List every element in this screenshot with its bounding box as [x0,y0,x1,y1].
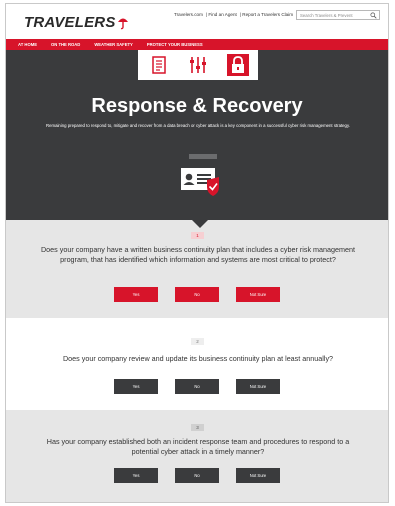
category-icon-bar [138,50,258,80]
yes-button[interactable]: Yes [114,287,158,302]
question-number: 2 [191,338,204,345]
question-text: Has your company established both an inc… [46,437,350,456]
no-button[interactable]: No [175,287,219,302]
question-2: 2 Does your company review and update it… [6,324,388,410]
checklist-icon[interactable] [148,54,170,76]
yes-button[interactable]: Yes [114,379,158,394]
question-number: 1 [191,232,204,239]
search-placeholder: Search Travelers & Prevent [300,13,353,18]
not-sure-button[interactable]: Not Sure [236,379,280,394]
lock-icon[interactable] [227,54,249,76]
main-nav: AT HOME ON THE ROAD WEATHER SAFETY PROTE… [6,39,388,50]
answer-buttons: Yes No Not Sure [6,379,388,394]
site-header: TRAVELERS Travelers.com | Find an Agent | … [6,4,388,39]
question-1: 1 Does your company have a written busin… [6,220,388,318]
hero-description: Remaining prepared to respond to, mitiga… [46,123,350,128]
yes-button[interactable]: Yes [114,468,158,483]
nav-item-protect-business[interactable]: PROTECT YOUR BUSINESS [147,42,203,47]
nav-item-weather-safety[interactable]: WEATHER SAFETY [94,42,133,47]
umbrella-icon [117,18,128,29]
id-card-shield-icon [181,154,219,196]
question-number: 3 [191,424,204,431]
answer-buttons: Yes No Not Sure [6,468,388,483]
not-sure-button[interactable]: Not Sure [236,468,280,483]
question-text: Does your company review and update its … [62,354,334,363]
page-title: Response & Recovery [91,95,303,117]
utility-links: Travelers.com | Find an Agent | Report a T… [174,12,294,17]
no-button[interactable]: No [175,379,219,394]
answer-buttons: Yes No Not Sure [6,287,388,302]
hero-section: Response & Recovery Remaining prepared t… [6,50,388,220]
page-frame: TRAVELERS Travelers.com | Find an Agent | … [5,3,389,503]
not-sure-button[interactable]: Not Sure [236,287,280,302]
sliders-icon[interactable] [187,54,209,76]
utility-link-travelers[interactable]: Travelers.com [174,12,203,17]
question-3: 3 Has your company established both an i… [6,410,388,502]
search-icon[interactable] [370,12,377,19]
search-input[interactable]: Search Travelers & Prevent [296,10,380,20]
no-button[interactable]: No [175,468,219,483]
nav-item-on-the-road[interactable]: ON THE ROAD [51,42,80,47]
section-pointer [192,220,208,228]
nav-item-at-home[interactable]: AT HOME [18,42,37,47]
travelers-logo[interactable]: TRAVELERS [24,14,129,31]
utility-link-find-agent[interactable]: Find an Agent [208,12,236,17]
utility-link-report-claim[interactable]: Report a Travelers Claim [242,12,293,17]
question-text: Does your company have a written busines… [40,245,356,264]
logo-text: TRAVELERS [24,14,116,31]
